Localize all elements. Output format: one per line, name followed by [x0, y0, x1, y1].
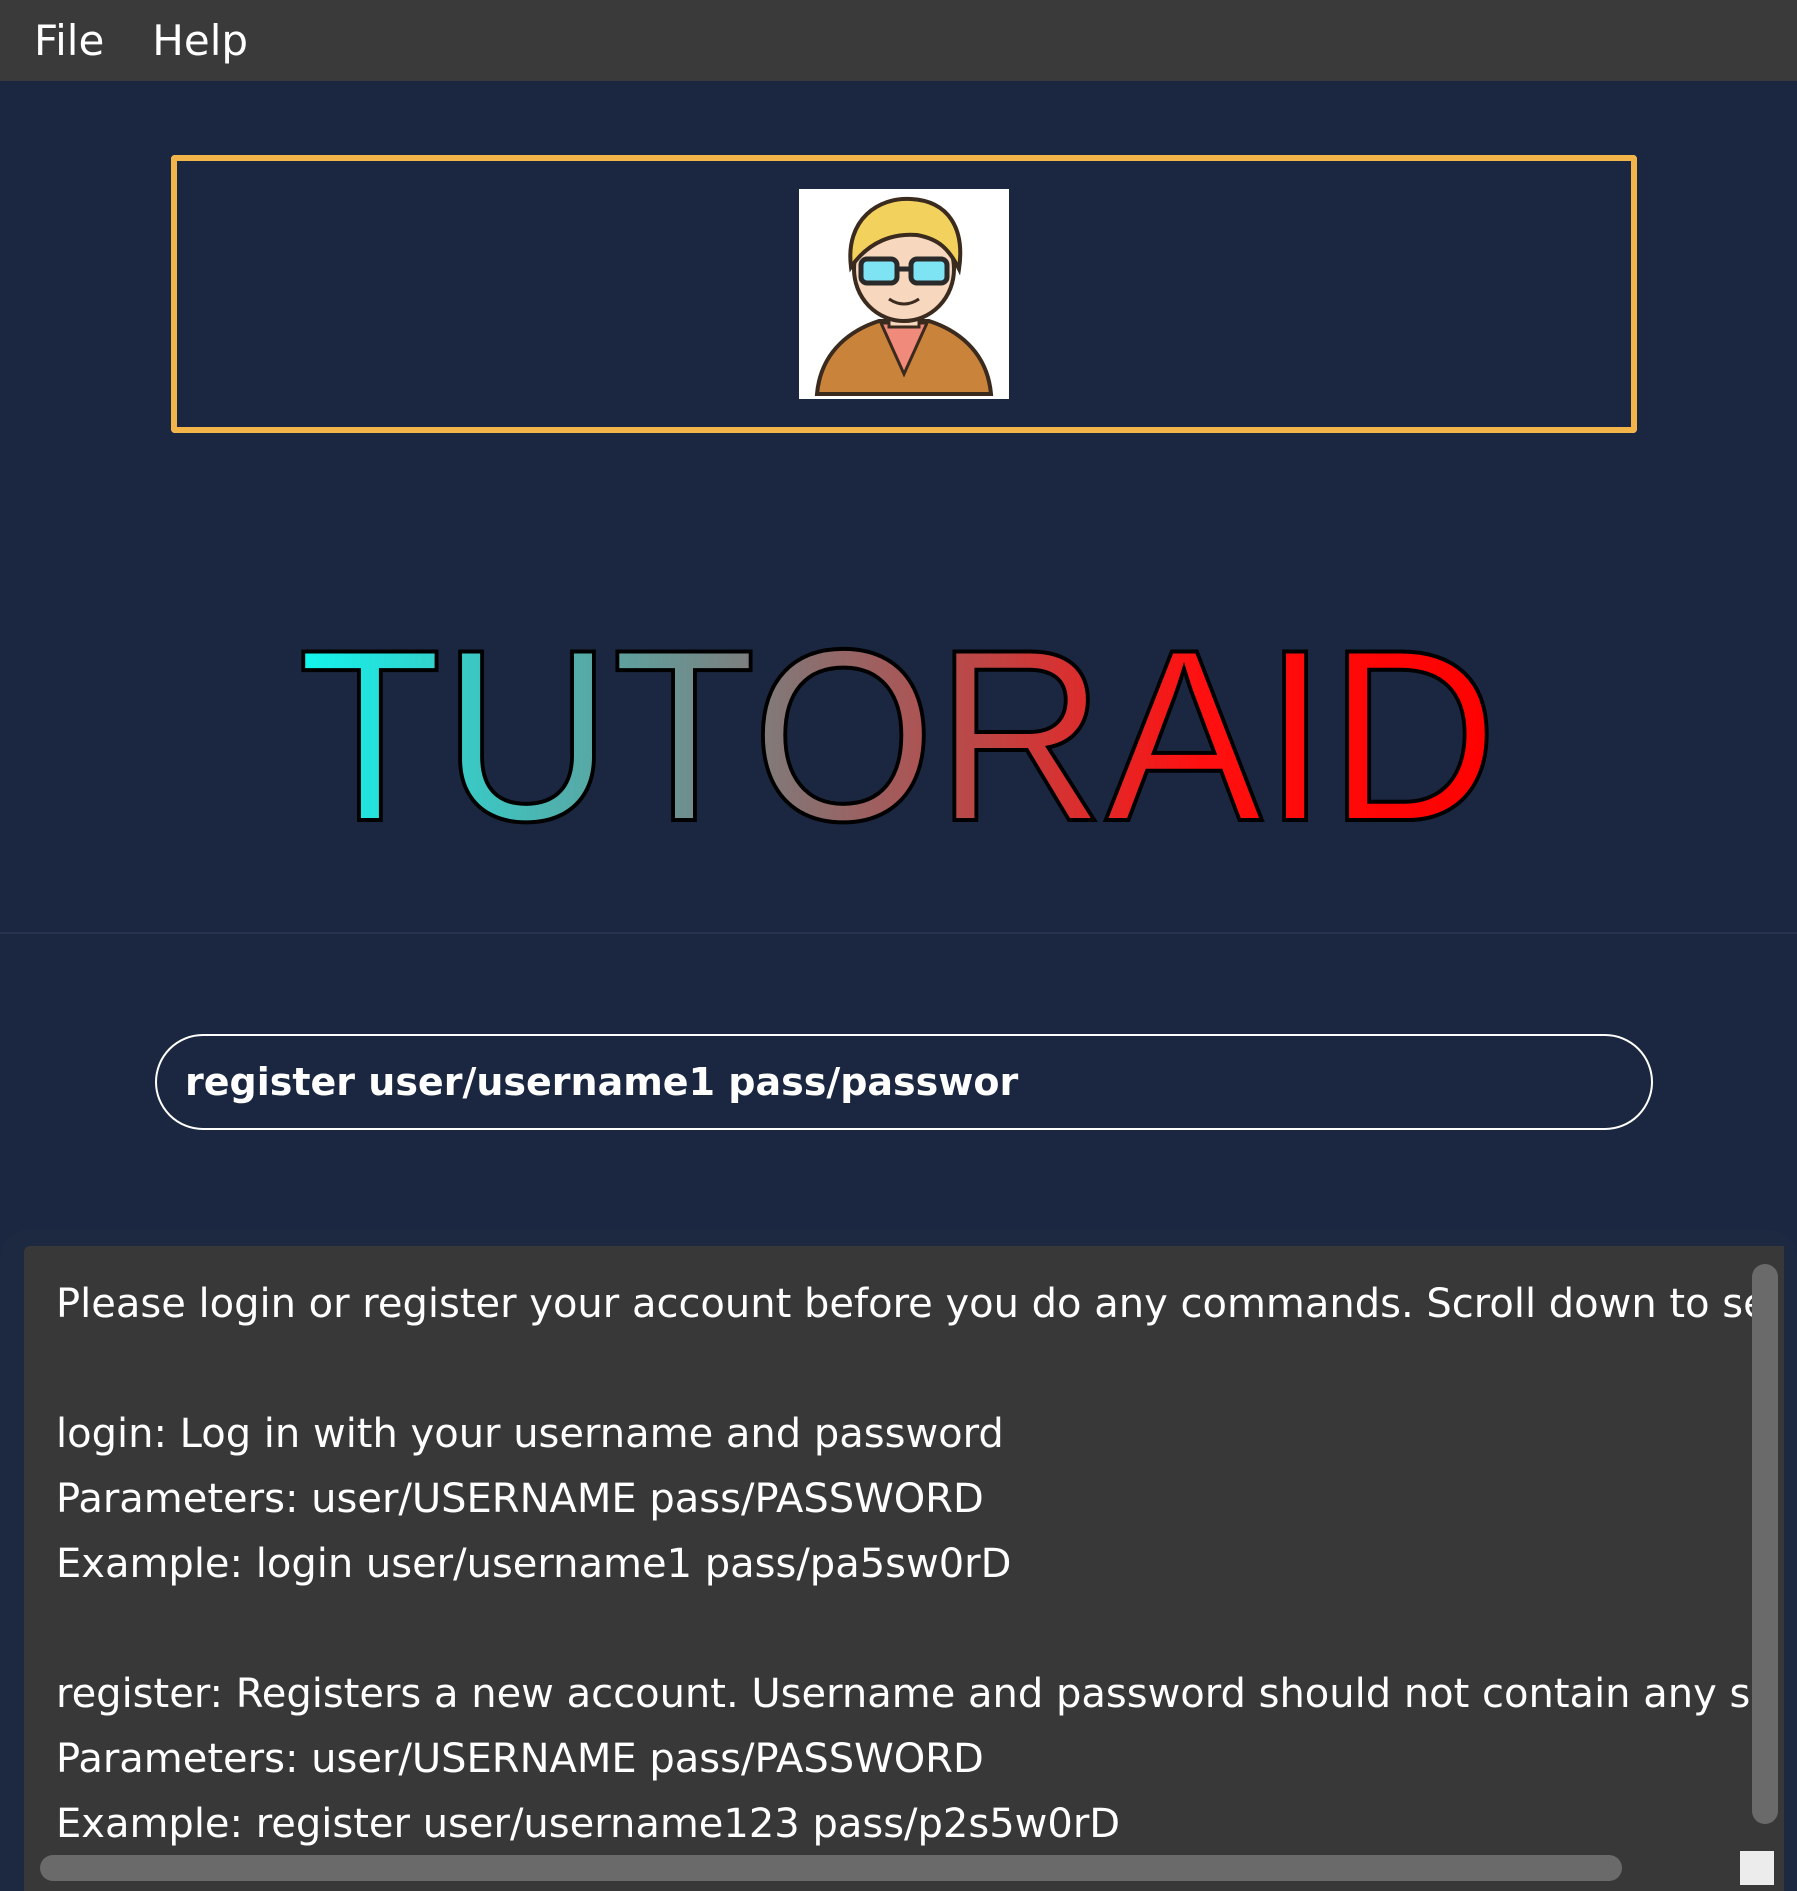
result-line: Please login or register your account be… — [56, 1281, 1768, 1327]
result-display[interactable]: Please login or register your account be… — [24, 1246, 1784, 1891]
result-line: Parameters: user/USERNAME pass/PASSWORD — [56, 1476, 984, 1522]
result-line: Example: register user/username123 pass/… — [56, 1801, 1121, 1847]
result-line: register: Registers a new account. Usern… — [56, 1671, 1768, 1717]
result-text-area: Please login or register your account be… — [56, 1272, 1768, 1852]
horizontal-scrollbar[interactable] — [40, 1855, 1622, 1881]
result-line: Parameters: user/USERNAME pass/PASSWORD — [56, 1736, 984, 1782]
user-avatar-icon — [799, 189, 1009, 399]
menu-file[interactable]: File — [34, 19, 104, 62]
result-line: Example: login user/username1 pass/pa5sw… — [56, 1541, 1012, 1587]
vertical-scrollbar[interactable] — [1752, 1264, 1778, 1824]
divider — [0, 932, 1797, 934]
command-input[interactable] — [185, 1060, 1605, 1104]
result-line — [56, 1337, 1768, 1402]
result-line — [56, 1597, 1768, 1662]
menu-help[interactable]: Help — [152, 19, 248, 62]
scroll-corner — [1740, 1851, 1774, 1885]
app-logo: TUTORAID — [0, 590, 1797, 850]
command-box[interactable] — [155, 1034, 1653, 1130]
menu-bar: File Help — [0, 0, 1797, 81]
logo-text: TUTORAID — [298, 598, 1498, 850]
result-line: login: Log in with your username and pas… — [56, 1411, 1004, 1457]
